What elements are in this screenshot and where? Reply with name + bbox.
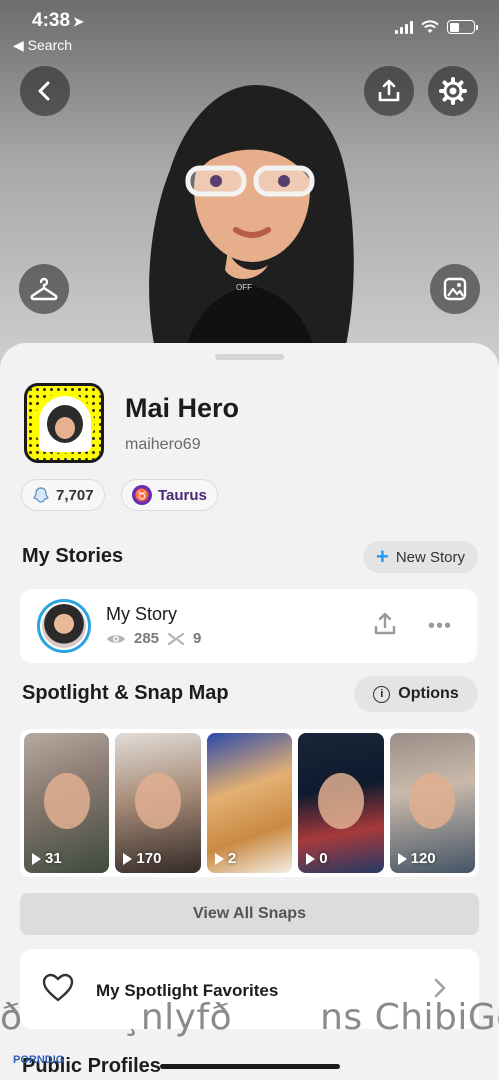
share-icon xyxy=(378,79,400,102)
spotlight-snaps-row: 31 170 2 0 120 xyxy=(20,729,479,877)
hanger-icon xyxy=(30,277,58,301)
story-title: My Story xyxy=(106,604,178,624)
wifi-icon xyxy=(421,20,439,33)
spotlight-snap-tile[interactable]: 170 xyxy=(115,733,201,873)
my-story-card[interactable]: My Story 285 9 ••• xyxy=(20,589,477,663)
screenshot-icon xyxy=(167,632,185,645)
view-all-snaps-button[interactable]: View All Snaps xyxy=(20,893,479,935)
spotlight-snap-tile[interactable]: 120 xyxy=(389,733,476,873)
username: maihero69 xyxy=(125,436,201,453)
play-icon xyxy=(214,852,224,865)
play-icon xyxy=(306,852,316,865)
snap-view-count: 170 xyxy=(136,850,162,867)
sheet-grabber[interactable] xyxy=(215,354,284,360)
play-icon xyxy=(32,852,41,865)
zodiac-pill[interactable]: ♉ Taurus xyxy=(121,479,218,511)
snap-score-pill[interactable]: 7,707 xyxy=(21,479,105,511)
back-button[interactable] xyxy=(20,66,70,116)
plus-icon: + xyxy=(375,544,389,569)
more-options-icon[interactable]: ••• xyxy=(428,615,452,638)
bitmoji-outfit-button[interactable] xyxy=(19,264,69,314)
battery-icon xyxy=(447,20,478,34)
watermark-text: ð ¸nlyfðns ChibiGodde xyxy=(0,997,499,1038)
story-share-button[interactable] xyxy=(372,611,398,642)
snapcode[interactable] xyxy=(24,383,104,463)
status-bar: 4:38 ➤ ◀ Search xyxy=(0,0,499,60)
share-profile-button[interactable] xyxy=(364,66,414,116)
snap-view-count: 120 xyxy=(410,850,436,867)
spotlight-heading: Spotlight & Snap Map xyxy=(22,682,229,704)
snap-view-count: 0 xyxy=(319,850,328,867)
gear-icon xyxy=(439,77,467,105)
bitmoji-selfie-button[interactable] xyxy=(430,264,480,314)
spotlight-snap-tile[interactable]: 2 xyxy=(206,733,293,873)
story-thumbnail[interactable] xyxy=(37,599,91,653)
snap-view-count: 2 xyxy=(227,850,237,867)
display-name[interactable]: Mai Hero xyxy=(125,393,239,424)
snap-view-count: 31 xyxy=(45,850,62,867)
settings-button[interactable] xyxy=(428,66,478,116)
play-icon xyxy=(123,852,133,865)
story-stats: 285 9 xyxy=(106,630,201,647)
photo-icon xyxy=(443,277,467,301)
spotlight-snap-tile[interactable]: 31 xyxy=(24,733,110,873)
location-arrow-icon: ➤ xyxy=(73,14,84,29)
zodiac-label: Taurus xyxy=(158,486,207,504)
options-label: Options xyxy=(398,685,459,702)
back-to-search-link[interactable]: ◀ Search xyxy=(13,37,72,54)
ghost-score-icon xyxy=(33,487,49,503)
bitmoji-avatar[interactable]: OFF xyxy=(140,80,360,370)
watermark-brand: PORNDIG xyxy=(13,1054,65,1066)
snap-score-value: 7,707 xyxy=(56,486,94,504)
snapcode-bitmoji xyxy=(47,405,83,443)
signal-icon xyxy=(395,20,413,34)
back-chevron-icon xyxy=(38,81,50,101)
spotlight-snap-tile[interactable]: 0 xyxy=(298,733,384,873)
new-story-button[interactable]: + New Story xyxy=(363,541,478,573)
upload-icon xyxy=(374,612,396,635)
profile-header: 4:38 ➤ ◀ Search OFF xyxy=(0,0,499,370)
spotlight-options-button[interactable]: i Options xyxy=(354,676,478,712)
story-screenshots: 9 xyxy=(193,630,202,647)
status-indicators xyxy=(395,20,478,34)
story-views: 285 xyxy=(134,630,160,647)
my-stories-heading: My Stories xyxy=(22,545,124,567)
info-icon: i xyxy=(373,685,391,703)
new-story-label: New Story xyxy=(395,548,466,566)
svg-text:OFF: OFF xyxy=(236,283,252,292)
eye-icon xyxy=(107,634,125,643)
taurus-icon: ♉ xyxy=(132,485,152,505)
profile-sheet: Mai Hero maihero69 7,707 ♉ Taurus My Sto… xyxy=(0,343,499,1080)
home-indicator[interactable] xyxy=(160,1064,340,1069)
status-time: 4:38 ➤ xyxy=(32,10,84,31)
play-icon xyxy=(397,852,407,865)
